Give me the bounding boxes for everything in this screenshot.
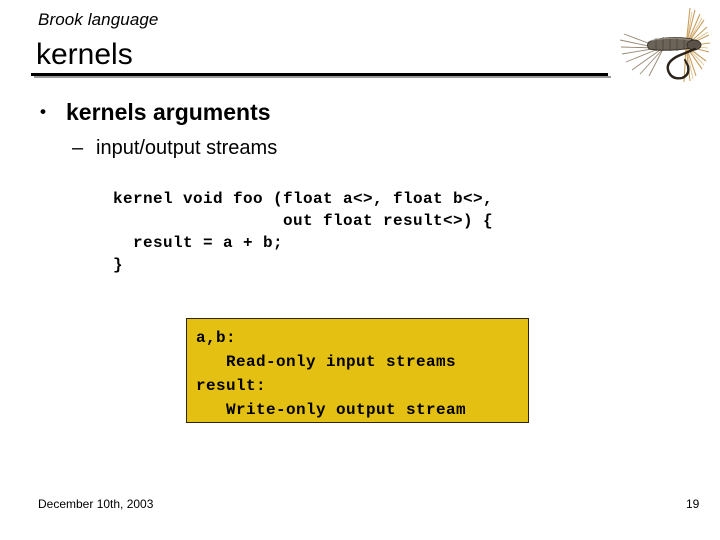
slide-canvas: Brook language kernels • kernels argumen… <box>0 0 720 540</box>
callout-box: a,b: Read-only input streams result: Wri… <box>186 318 529 423</box>
bullet-dash-icon: – <box>72 137 84 159</box>
title-rule <box>31 73 608 76</box>
footer-page-number: 19 <box>686 497 700 511</box>
bullet-level2-label: input/output streams <box>96 137 278 159</box>
page-title: kernels <box>36 38 133 71</box>
bullet-level1-label: kernels arguments <box>66 99 271 125</box>
code-sample: kernel void foo (float a<>, float b<>, o… <box>113 190 494 274</box>
bullet-level2-input-output-streams: – input/output streams <box>72 135 277 161</box>
fishing-fly-logo <box>616 2 718 90</box>
footer-date: December 10th, 2003 <box>38 497 154 511</box>
slide-eyebrow: Brook language <box>38 10 159 29</box>
bullet-dot-icon: • <box>40 102 46 121</box>
callout-text: a,b: Read-only input streams result: Wri… <box>196 329 467 419</box>
title-rule-shadow <box>34 76 611 78</box>
bullet-level1-kernels-arguments: • kernels arguments <box>40 98 271 126</box>
